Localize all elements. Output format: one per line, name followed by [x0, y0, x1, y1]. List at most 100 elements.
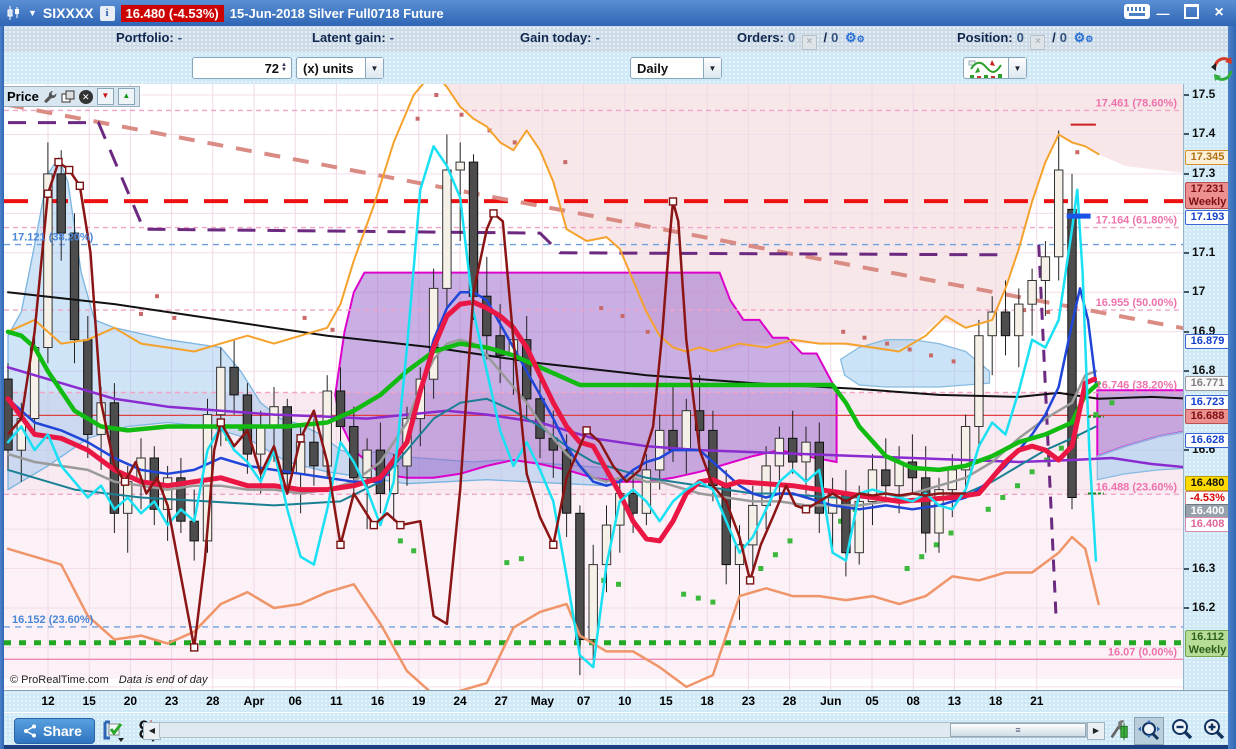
- red-dot: [645, 329, 650, 334]
- price-badge-17.345: 17.345: [1185, 149, 1230, 165]
- chart-scrollbar[interactable]: ≡: [159, 722, 1087, 738]
- move-panel-up-icon[interactable]: ▲: [117, 88, 135, 105]
- red-dot: [139, 312, 143, 316]
- green-dot: [411, 548, 417, 554]
- share-button[interactable]: Share: [14, 718, 95, 744]
- portfolio-field: Portfolio: -: [116, 30, 183, 45]
- green-dot: [1000, 495, 1006, 500]
- position-field: Position: 0 × /0 ⚙⚙: [957, 30, 1093, 50]
- scroll-right-arrow[interactable]: ▶: [1087, 722, 1105, 740]
- red-dot: [907, 347, 912, 352]
- periods-stepper[interactable]: ▲ ▼: [279, 62, 289, 73]
- zigzag-marker: [54, 157, 63, 167]
- maximize-button[interactable]: [1180, 4, 1202, 22]
- green-dot: [1015, 483, 1020, 489]
- fib-label: 16.955 (50.00%): [1096, 297, 1178, 309]
- red-dot: [1046, 310, 1051, 314]
- chart-type-dropdown-caret[interactable]: ▼: [1008, 58, 1026, 78]
- x-tick-label: 23: [741, 694, 756, 708]
- timeframe-select[interactable]: Daily ▼: [630, 57, 722, 79]
- zigzag-marker: [216, 418, 226, 427]
- close-position-icon[interactable]: ×: [1030, 35, 1046, 50]
- zigzag-marker: [336, 540, 345, 549]
- orders-settings-icon[interactable]: ⚙⚙: [845, 30, 865, 45]
- zigzag-marker: [549, 540, 558, 549]
- chart-type-button[interactable]: ▼: [963, 57, 1027, 79]
- x-tick-label: 15: [82, 694, 96, 708]
- price-badge-16.723: 16.723: [1185, 395, 1230, 411]
- move-panel-down-icon[interactable]: ▼: [96, 88, 114, 105]
- x-tick-label: 13: [947, 694, 962, 708]
- zoom-tool-icon: [1138, 720, 1160, 741]
- green-dot: [787, 538, 793, 544]
- y-tick-mark: [1184, 606, 1189, 609]
- x-tick-label: 08: [906, 694, 920, 708]
- chart-settings-icon[interactable]: [1106, 719, 1132, 741]
- y-tick-label: 17.5: [1192, 87, 1216, 101]
- x-tick-label: 19: [412, 694, 426, 708]
- time-axis[interactable]: 12 15 20 23 28 Apr 06 11 16 19 24 27 May 07 10 15 18 23 28…: [0, 690, 1236, 713]
- periods-input[interactable]: 72 ▲ ▼: [192, 57, 292, 79]
- price-badge-16.879: 16.879: [1185, 333, 1230, 349]
- price-axis[interactable]: 17.5 17.4 17.3 17.1 17 16.9 16.8 16.6 16.3 16.2 17…: [1183, 84, 1230, 690]
- red-dot: [330, 327, 335, 332]
- duplicate-window-icon[interactable]: [61, 90, 75, 104]
- window-border-left: [0, 26, 4, 749]
- price-badge-16.400: 16.400: [1185, 503, 1230, 519]
- x-tick-label: 16: [370, 694, 385, 708]
- scrollbar-thumb[interactable]: ≡: [950, 723, 1086, 737]
- zoom-tool-button[interactable]: [1134, 717, 1164, 745]
- wrench-icon[interactable]: [43, 90, 57, 104]
- x-tick-label: 07: [576, 694, 591, 708]
- zigzag-marker: [65, 165, 74, 175]
- x-tick-label: Apr: [243, 694, 265, 708]
- x-tick-label: 24: [453, 694, 467, 708]
- price-badge-16.480: 16.480: [1185, 475, 1230, 491]
- zoom-out-button[interactable]: [1168, 717, 1196, 743]
- y-tick-mark: [1184, 567, 1189, 570]
- candlestick-icon[interactable]: [6, 5, 22, 21]
- symbol-dropdown-caret[interactable]: ▼: [28, 8, 37, 18]
- timeframe-dropdown-caret[interactable]: ▼: [703, 58, 721, 78]
- orders-field: Orders: 0 × /0 ⚙⚙: [737, 30, 865, 50]
- zigzag-marker: [43, 189, 53, 198]
- zigzag-marker: [75, 181, 85, 191]
- fib-label-blue: 16.152 (23.60%): [12, 614, 94, 626]
- green-dot: [710, 599, 716, 605]
- y-tick-mark: [1184, 370, 1189, 373]
- minimize-button[interactable]: —: [1152, 6, 1174, 21]
- units-dropdown-caret[interactable]: ▼: [365, 58, 383, 78]
- green-dot: [919, 554, 925, 560]
- keyboard-icon[interactable]: [1124, 4, 1150, 22]
- close-panel-icon[interactable]: ✕: [78, 89, 93, 104]
- zoom-out-icon: [1172, 719, 1193, 740]
- price-badge-17.231: 17.231 Weekly: [1185, 182, 1230, 210]
- red-dot: [841, 329, 846, 334]
- chart-type-icon: [968, 60, 1002, 78]
- red-dot: [155, 294, 159, 299]
- red-dot: [620, 314, 625, 318]
- close-button[interactable]: ×: [1208, 4, 1230, 22]
- position-settings-icon[interactable]: ⚙⚙: [1074, 30, 1094, 45]
- refresh-data-icon[interactable]: [1209, 53, 1235, 85]
- price-badge-16.688: 16.688: [1185, 408, 1230, 424]
- info-icon[interactable]: i: [99, 5, 115, 21]
- green-dot: [985, 506, 991, 512]
- list-check-icon[interactable]: [102, 720, 128, 742]
- x-tick-label: 05: [865, 694, 879, 708]
- green-dot: [397, 538, 403, 544]
- zigzag-marker: [668, 197, 678, 206]
- units-select[interactable]: (x) units ▼: [296, 57, 384, 79]
- x-tick-label: 28: [782, 694, 797, 708]
- zoom-in-button[interactable]: [1200, 717, 1228, 743]
- zigzag-marker: [396, 520, 405, 530]
- red-dot: [415, 116, 420, 121]
- share-icon: [24, 724, 36, 738]
- fib-label: 16.07 (0.00%): [1108, 646, 1177, 658]
- cancel-orders-icon[interactable]: ×: [801, 35, 817, 50]
- green-dot: [681, 591, 687, 597]
- green-dot: [504, 560, 510, 566]
- y-tick-mark: [1184, 172, 1189, 175]
- price-chart[interactable]: 17.461 (78.60%) 17.164 (61.80%) 16.955 (50…: [4, 84, 1183, 690]
- y-tick-label: 16.2: [1192, 599, 1216, 614]
